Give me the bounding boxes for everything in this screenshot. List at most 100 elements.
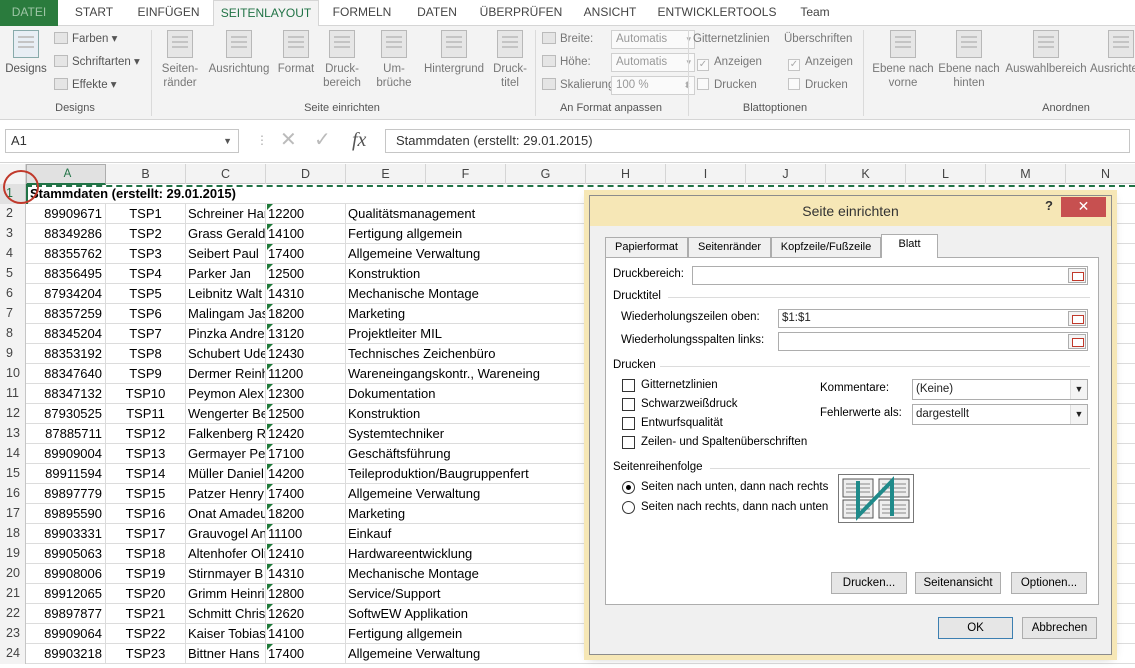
cell-a[interactable]: 89911594 [26,464,106,484]
drucken-button[interactable]: Drucken... [831,572,907,594]
cell-d[interactable]: 12410 [266,544,346,564]
cell-a[interactable]: 89903218 [26,644,106,664]
title-cell[interactable]: Stammdaten (erstellt: 29.01.2015) [26,184,626,204]
tab-team[interactable]: Team [790,0,840,26]
row-header[interactable]: 6 [0,284,26,304]
cell-a[interactable]: 88357259 [26,304,106,324]
hoehe-combo[interactable]: Automatis▾ [611,53,695,72]
cell-e[interactable]: Konstruktion [346,404,586,424]
cell-a[interactable]: 89903331 [26,524,106,544]
cell-b[interactable]: TSP23 [106,644,186,664]
row-header[interactable]: 9 [0,344,26,364]
cell-e[interactable]: Dokumentation [346,384,586,404]
cell-b[interactable]: TSP11 [106,404,186,424]
row-header[interactable]: 12 [0,404,26,424]
skalierung-spinner[interactable]: 100 %⬍ [611,76,695,95]
cell-d[interactable]: 17100 [266,444,346,464]
cell-c[interactable]: Falkenberg R [186,424,266,444]
cell-c[interactable]: Germayer Pe [186,444,266,464]
seitenansicht-button[interactable]: Seitenansicht [915,572,1001,594]
cell-d[interactable]: 12430 [266,344,346,364]
cell-c[interactable]: Schmitt Chris [186,604,266,624]
help-button[interactable]: ? [1045,198,1053,213]
cell-e[interactable]: Teileproduktion/Baugruppenfert [346,464,586,484]
cell-a[interactable]: 88347132 [26,384,106,404]
cell-a[interactable]: 89908006 [26,564,106,584]
cell-e[interactable]: Allgemeine Verwaltung [346,484,586,504]
breite-combo[interactable]: Automatis▾ [611,30,695,49]
tab-papierformat[interactable]: Papierformat [605,237,688,257]
cell-c[interactable]: Schreiner Har [186,204,266,224]
cell-c[interactable]: Altenhofer Oli [186,544,266,564]
cell-d[interactable]: 14310 [266,284,346,304]
cell-b[interactable]: TSP6 [106,304,186,324]
cell-b[interactable]: TSP5 [106,284,186,304]
wdh-spalten-input[interactable] [778,332,1088,351]
cell-c[interactable]: Malingam Jas [186,304,266,324]
col-header-f[interactable]: F [426,164,506,184]
cell-a[interactable]: 88355762 [26,244,106,264]
cell-d[interactable]: 12300 [266,384,346,404]
col-header-b[interactable]: B [106,164,186,184]
cell-c[interactable]: Grimm Heinri [186,584,266,604]
row-header[interactable]: 24 [0,644,26,664]
cell-c[interactable]: Seibert Paul [186,244,266,264]
cell-e[interactable]: Mechanische Montage [346,284,586,304]
cancel-icon[interactable]: ✕ [280,129,297,151]
cell-c[interactable]: Leibnitz Walt [186,284,266,304]
row-header[interactable]: 22 [0,604,26,624]
ausrichten-button[interactable]: Ausrichten [1090,30,1135,76]
col-header-n[interactable]: N [1066,164,1135,184]
cell-e[interactable]: Allgemeine Verwaltung [346,244,586,264]
cell-d[interactable]: 12500 [266,404,346,424]
tab-formeln[interactable]: FORMELN [326,0,398,26]
cell-a[interactable]: 89909064 [26,624,106,644]
enter-icon[interactable]: ✓ [314,129,331,151]
umbrueche-button[interactable]: Um- brüche [372,30,416,90]
cell-e[interactable]: Fertigung allgemein [346,624,586,644]
druckbereich-button[interactable]: Druck- bereich [320,30,364,90]
ok-button[interactable]: OK [938,617,1013,639]
row-header[interactable]: 8 [0,324,26,344]
cell-c[interactable]: Patzer Henry [186,484,266,504]
cell-a[interactable]: 89905063 [26,544,106,564]
tab-einfuegen[interactable]: EINFÜGEN [131,0,206,26]
entwurf-checkbox[interactable] [622,417,635,430]
cell-b[interactable]: TSP4 [106,264,186,284]
druckbereich-input[interactable] [692,266,1088,285]
cell-e[interactable]: Projektleiter MIL [346,324,586,344]
cell-e[interactable]: Marketing [346,504,586,524]
row-header[interactable]: 15 [0,464,26,484]
cell-e[interactable]: Einkauf [346,524,586,544]
cell-e[interactable]: Hardwareentwicklung [346,544,586,564]
row-header[interactable]: 18 [0,524,26,544]
cell-c[interactable]: Grauvogel An [186,524,266,544]
cell-e[interactable]: Qualitätsmanagement [346,204,586,224]
cell-a[interactable]: 89897779 [26,484,106,504]
cell-e[interactable]: Allgemeine Verwaltung [346,644,586,664]
cell-a[interactable]: 89895590 [26,504,106,524]
cell-b[interactable]: TSP20 [106,584,186,604]
cell-c[interactable]: Müller Daniel [186,464,266,484]
row-header[interactable]: 10 [0,364,26,384]
gitter-anzeigen-checkbox[interactable]: ✓ Anzeigen [697,53,762,71]
cell-e[interactable]: Mechanische Montage [346,564,586,584]
hintergrund-button[interactable]: Hintergrund [420,30,488,76]
cell-b[interactable]: TSP13 [106,444,186,464]
row-header[interactable]: 2 [0,204,26,224]
cell-e[interactable]: Fertigung allgemein [346,224,586,244]
col-header-j[interactable]: J [746,164,826,184]
cell-b[interactable]: TSP10 [106,384,186,404]
radio-unten-dann-rechts[interactable] [622,481,635,494]
col-header-d[interactable]: D [266,164,346,184]
designs-button[interactable]: Designs [4,30,48,76]
cell-c[interactable]: Grass Gerald [186,224,266,244]
cell-c[interactable]: Parker Jan [186,264,266,284]
cell-a[interactable]: 89909671 [26,204,106,224]
cell-a[interactable]: 89909004 [26,444,106,464]
ebene-nach-hinten-button[interactable]: Ebene nach hinten [936,30,1002,90]
cell-c[interactable]: Stirnmayer B [186,564,266,584]
row-header[interactable]: 23 [0,624,26,644]
cell-c[interactable]: Kaiser Tobias [186,624,266,644]
cell-c[interactable]: Wengerter Be [186,404,266,424]
